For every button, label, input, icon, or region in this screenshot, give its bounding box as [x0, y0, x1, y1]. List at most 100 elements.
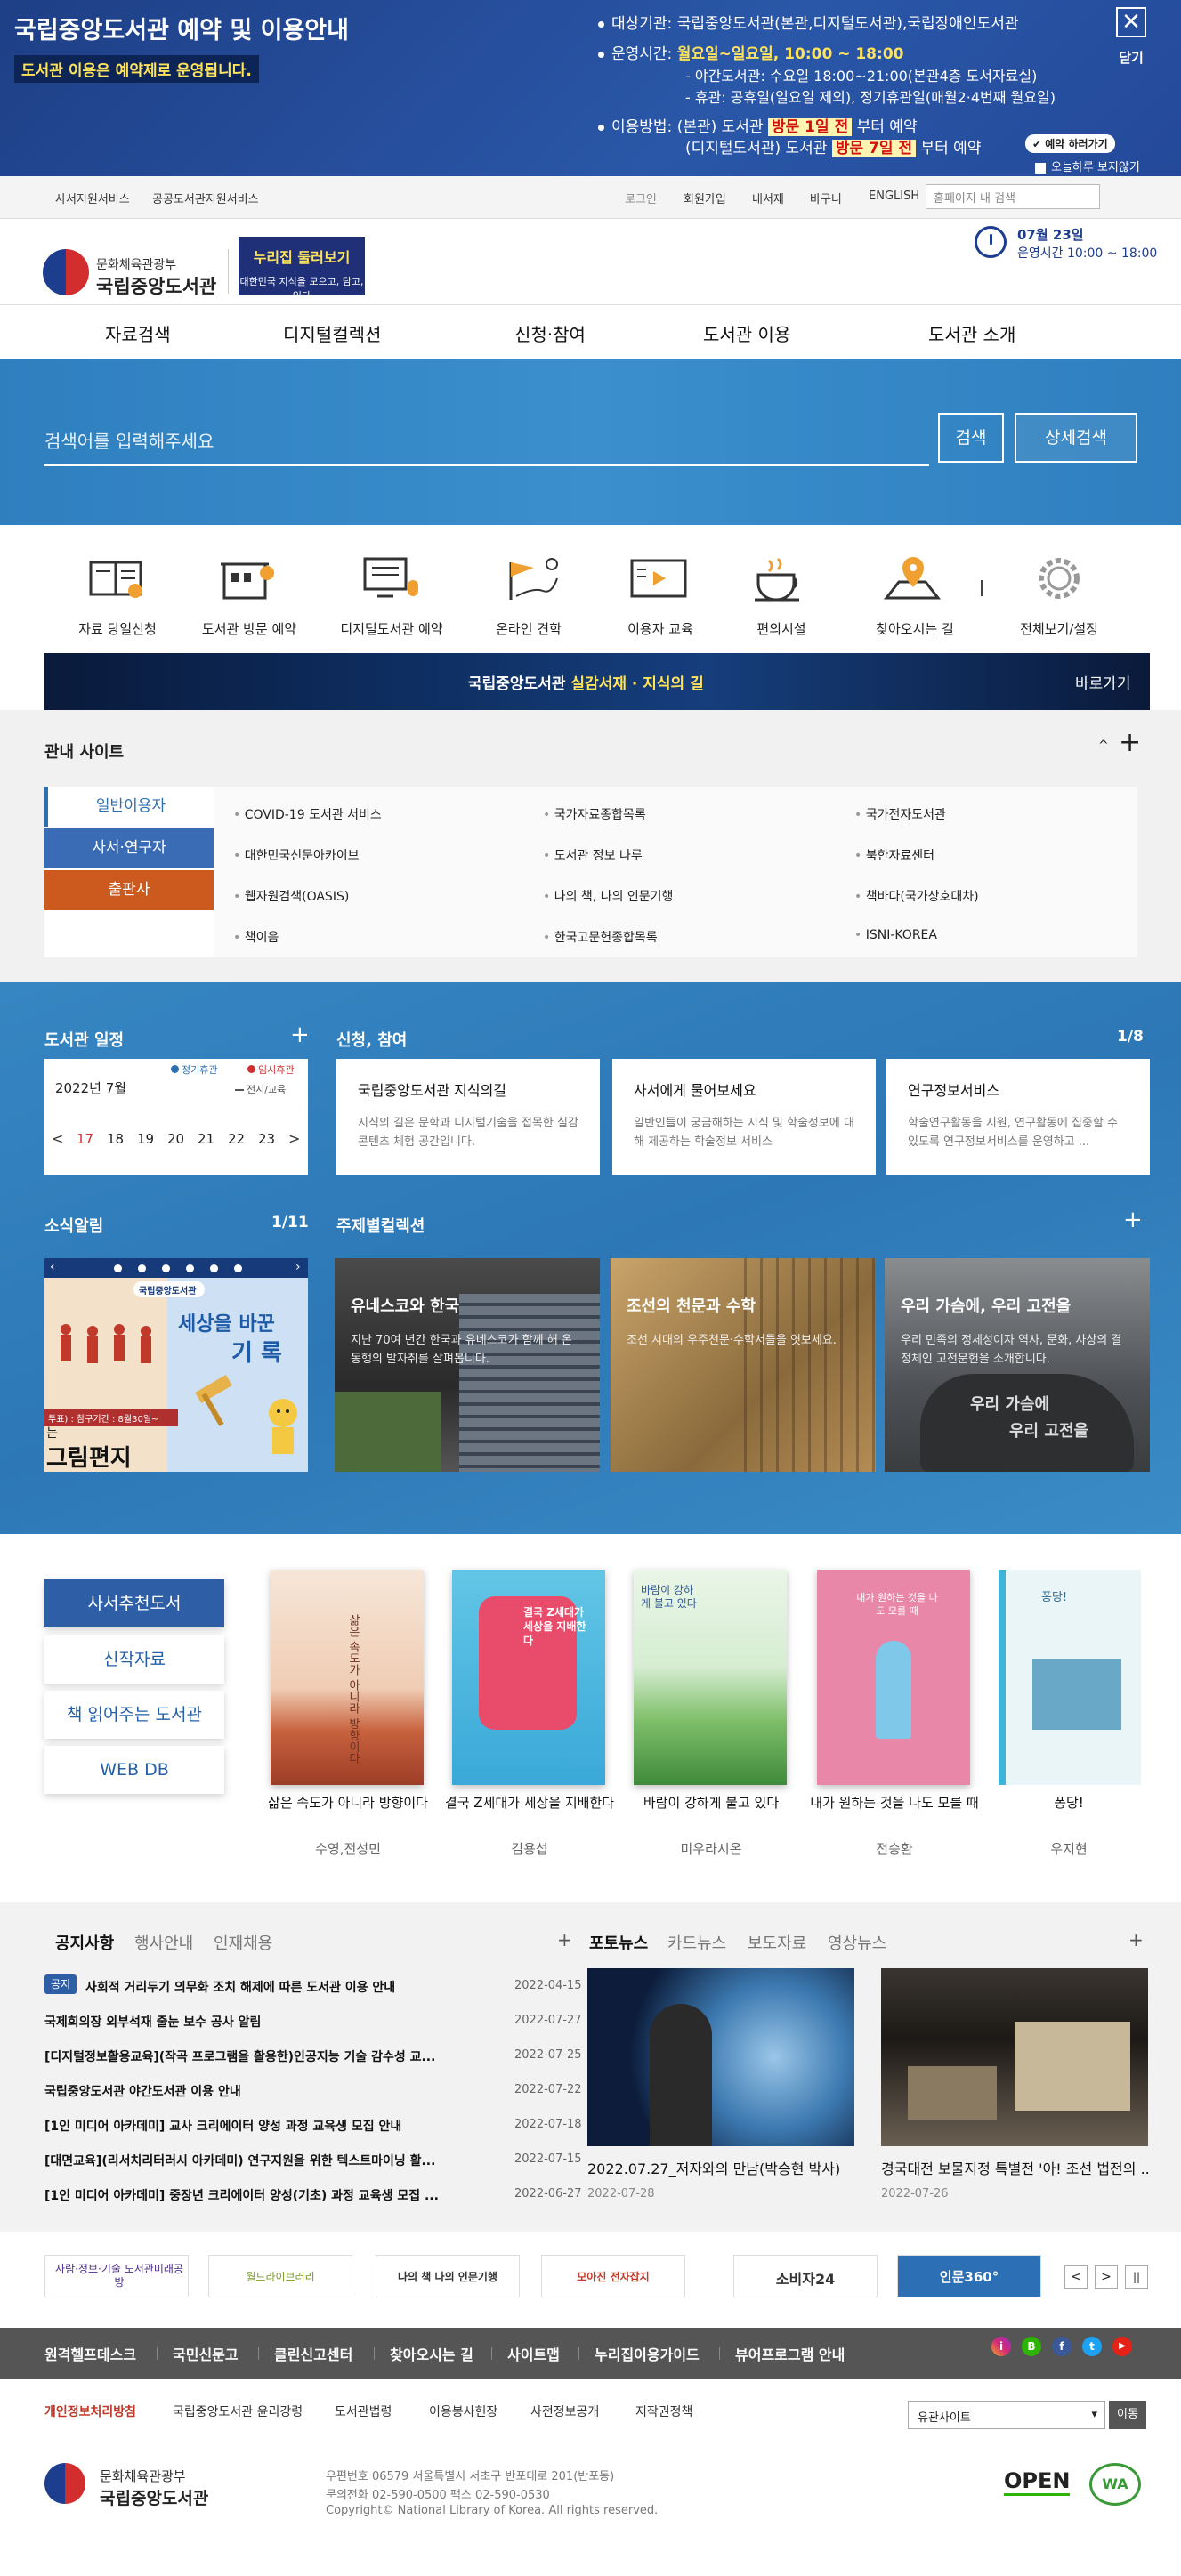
related-link[interactable]: 북한자료센터 — [854, 846, 934, 864]
partner-banner[interactable]: 인문360° — [897, 2255, 1041, 2297]
book-title[interactable]: 결국 Z세대가 세상을 지배한다 — [440, 1795, 619, 1812]
book-title[interactable]: 바람이 강하게 불고 있다 — [621, 1795, 801, 1812]
notice-row[interactable]: [대면교육](리서치리터러시 아카데미) 연구지원을 위한 텍스트마이닝 활..… — [44, 2152, 507, 2169]
footer-copyright-policy[interactable]: 저작권정책 — [635, 2402, 692, 2420]
footer-helpdesk[interactable]: 원격헬프데스크 — [44, 2343, 136, 2364]
related-link[interactable]: 책이음 — [233, 928, 279, 946]
footer-directions[interactable]: 찾아오시는 길 — [390, 2343, 473, 2364]
today-close-checkbox[interactable]: 오늘하루 보지않기 — [1035, 157, 1140, 174]
photo-news-image[interactable] — [587, 1968, 854, 2146]
tab-notices[interactable]: 공지사항 — [55, 1931, 114, 1954]
nav-library-use[interactable]: 도서관 이용 — [703, 320, 790, 346]
related-sites-go-button[interactable]: 이동 — [1109, 2401, 1146, 2429]
quick-online-tour[interactable]: 온라인 견학 — [466, 545, 591, 642]
book-cover[interactable]: 바람이 강하게 불고 있다 — [634, 1570, 787, 1785]
partner-banner[interactable]: 소비자24 — [733, 2255, 878, 2297]
reserve-button[interactable]: ✔ 예약 하러가기 — [1025, 134, 1115, 153]
calendar-prev[interactable]: < — [52, 1130, 63, 1147]
footer-law[interactable]: 도서관법령 — [335, 2402, 392, 2420]
apply-card[interactable]: 국립중앙도서관 지식의길 지식의 길은 문학과 디지털기술을 접목한 실감 콘텐츠… — [336, 1059, 600, 1175]
related-link[interactable]: 책바다(국가상호대차) — [854, 887, 979, 905]
collection-plus-icon[interactable]: + — [1123, 1207, 1143, 1233]
library-logo-text[interactable]: 국립중앙도서관 — [96, 272, 216, 299]
book-cover[interactable]: 퐁당! — [999, 1570, 1141, 1785]
tab-publisher[interactable]: 출판사 — [44, 870, 214, 910]
slide-next-icon[interactable]: › — [295, 1260, 301, 1274]
partner-banner[interactable]: 사람·정보·기술 도서관미래공방 — [44, 2255, 189, 2297]
footer-epeople[interactable]: 국민신문고 — [173, 2343, 239, 2364]
related-link[interactable]: 대한민국신문아카이브 — [233, 846, 360, 864]
related-link[interactable]: 웹자원검색(OASIS) — [233, 887, 350, 905]
notice-row[interactable]: 사회적 거리두기 의무화 조치 해제에 따른 도서관 이용 안내 — [85, 1978, 507, 1996]
footer-privacy[interactable]: 개인정보처리방침 — [44, 2402, 136, 2420]
tab-events[interactable]: 행사안내 — [134, 1931, 193, 1954]
photo-news-caption[interactable]: 경국대전 보물지정 특별전 '아! 조선 법전의 ... — [881, 2157, 1148, 2178]
search-button[interactable]: 검색 — [938, 413, 1004, 463]
book-cover[interactable]: 내가 원하는 것을 나도 모를 때 — [817, 1570, 970, 1785]
related-link[interactable]: 국가전자도서관 — [854, 805, 946, 823]
tab-audio-library[interactable]: 책 읽어주는 도서관 — [44, 1691, 224, 1739]
quick-directions[interactable]: 찾아오시는 길 — [853, 545, 977, 642]
slide-prev-icon[interactable]: ‹ — [50, 1260, 55, 1274]
partner-banner[interactable]: 나의 책 나의 인문기행 — [376, 2255, 520, 2297]
partner-banner[interactable]: 모아진 전자잡지 — [541, 2255, 685, 2297]
notice-row[interactable]: 국립중앙도서관 야간도서관 이용 안내 — [44, 2082, 507, 2100]
partner-banner[interactable]: 월드라이브러리 — [208, 2255, 352, 2297]
tab-librarian-picks[interactable]: 사서추천도서 — [44, 1579, 224, 1627]
calendar-day[interactable]: 17 — [77, 1131, 93, 1147]
tab-video-news[interactable]: 영상뉴스 — [828, 1931, 886, 1954]
main-search-input[interactable]: 검색어를 입력해주세요 — [44, 415, 929, 466]
book-title[interactable]: 내가 원하는 것을 나도 모를 때 — [805, 1795, 984, 1812]
partner-prev-button[interactable]: < — [1064, 2265, 1088, 2289]
collection-item[interactable]: 우리 가슴에 우리 고전을 우리 가슴에, 우리 고전을 우리 민족의 정체성이… — [885, 1258, 1150, 1472]
blog-icon[interactable]: B — [1022, 2337, 1041, 2356]
twitter-icon[interactable]: t — [1082, 2337, 1102, 2356]
close-button[interactable]: ✕ — [1116, 7, 1146, 37]
my-library-link[interactable]: 내서재 — [752, 190, 784, 206]
quick-view-all[interactable]: 전체보기/설정 — [997, 545, 1121, 642]
util-librarian-link[interactable]: 사서지원서비스 — [55, 190, 130, 206]
notice-row[interactable]: [1인 미디어 아카데미] 중장년 크리에이터 양성(기초) 과정 교육생 모집… — [44, 2186, 507, 2204]
nav-search[interactable]: 자료검색 — [105, 320, 171, 346]
site-search-input[interactable]: 홈페이지 내 검색 — [926, 184, 1100, 209]
book-title[interactable]: 퐁당! — [979, 1795, 1159, 1812]
footer-viewer[interactable]: 뷰어프로그램 안내 — [735, 2343, 845, 2364]
book-cover[interactable]: 결국 Z세대가 세상을 지배한다 — [452, 1570, 605, 1785]
plus-icon[interactable]: + — [1119, 730, 1141, 756]
photo-news-image[interactable] — [881, 1968, 1148, 2146]
quick-digital-reservation[interactable]: 디지털도서관 예약 — [329, 545, 454, 642]
tab-web-db[interactable]: WEB DB — [44, 1746, 224, 1794]
related-link[interactable]: COVID-19 도서관 서비스 — [233, 805, 382, 823]
partner-next-button[interactable]: > — [1095, 2265, 1118, 2289]
util-public-library-link[interactable]: 공공도서관지원서비스 — [152, 190, 259, 206]
login-link[interactable]: 로그인 — [625, 190, 657, 206]
tab-card-news[interactable]: 카드뉴스 — [667, 1931, 726, 1954]
notices-plus-icon[interactable]: + — [557, 1929, 572, 1950]
apply-card[interactable]: 사서에게 물어보세요 일반인들이 궁금해하는 지식 및 학술정보에 대해 제공하는… — [612, 1059, 876, 1175]
nav-about[interactable]: 도서관 소개 — [928, 320, 1015, 346]
calendar-day[interactable]: 22 — [228, 1131, 245, 1147]
footer-disclosure[interactable]: 사전정보공개 — [530, 2402, 599, 2420]
collapse-caret-icon[interactable]: ^ — [1098, 739, 1109, 753]
related-link[interactable]: 한국고문헌종합목록 — [543, 928, 658, 946]
collection-item[interactable]: 조선의 천문과 수학 조선 시대의 우주천문·수학서들을 엿보세요. — [611, 1258, 876, 1472]
notice-row[interactable]: [1인 미디어 아카데미] 교사 크리에이터 양성 과정 교육생 모집 안내 — [44, 2117, 507, 2135]
footer-charter[interactable]: 이용봉사헌장 — [429, 2402, 497, 2420]
footer-sitemap[interactable]: 사이트맵 — [507, 2343, 560, 2364]
photonews-plus-icon[interactable]: + — [1128, 1929, 1144, 1950]
tab-general-user[interactable]: 일반이용자 — [44, 787, 214, 827]
photo-news-caption[interactable]: 2022.07.27_저자와의 만남(박승현 박사) — [587, 2157, 854, 2178]
footer-clean[interactable]: 클린신고센터 — [274, 2343, 352, 2364]
quick-visit-reservation[interactable]: 도서관 방문 예약 — [187, 545, 311, 642]
calendar-day[interactable]: 19 — [137, 1131, 154, 1147]
quick-facilities[interactable]: 편의시설 — [719, 545, 844, 642]
footer-guide[interactable]: 누리집이용가이드 — [595, 2343, 700, 2364]
nav-apply[interactable]: 신청·참여 — [514, 320, 586, 346]
banner-go-link[interactable]: 바로가기 — [1075, 671, 1131, 693]
related-link[interactable]: 나의 책, 나의 인문기행 — [543, 887, 674, 905]
related-link[interactable]: 국가자료종합목록 — [543, 805, 646, 823]
notice-row[interactable]: 국제회의장 외부석재 줄눈 보수 공사 알림 — [44, 2013, 507, 2031]
quick-user-education[interactable]: 이용자 교육 — [598, 545, 723, 642]
government-emblem-icon[interactable] — [43, 249, 89, 295]
apply-card[interactable]: 연구정보서비스 학술연구활동을 지원, 연구활동에 집중할 수 있도록 연구정보서… — [886, 1059, 1150, 1175]
